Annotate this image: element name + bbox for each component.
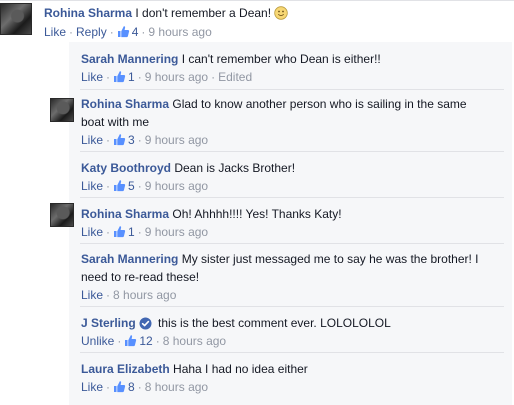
divider: [80, 89, 504, 90]
timestamp[interactable]: 8 hours ago: [145, 380, 208, 394]
divider: [80, 306, 504, 307]
comment-text: I don't remember a Dean!: [135, 6, 272, 20]
avatar[interactable]: [50, 203, 74, 227]
like-button[interactable]: Like: [81, 380, 103, 394]
divider: [80, 151, 504, 152]
thumbs-up-icon: [113, 380, 126, 397]
comment-actions: Like · 8 · 8 hours ago: [81, 379, 208, 397]
like-button[interactable]: Like: [81, 133, 103, 147]
commenter-name[interactable]: Katy Boothroyd: [81, 161, 171, 175]
comment-text: Oh! Ahhhh!!!! Yes! Thanks Katy!: [172, 207, 342, 221]
commenter-name[interactable]: Rohina Sharma: [44, 6, 132, 20]
comment-actions: Like · Reply · 4 · 9 hours ago: [44, 24, 212, 42]
like-count[interactable]: 4: [117, 25, 138, 42]
comment-actions: Like · 8 hours ago: [81, 288, 177, 302]
divider: [80, 197, 504, 198]
timestamp[interactable]: 9 hours ago: [145, 179, 208, 193]
thumbs-up-icon: [113, 179, 126, 196]
like-button[interactable]: Like: [81, 70, 103, 84]
like-button[interactable]: Like: [44, 25, 66, 39]
verified-badge-icon: [139, 317, 152, 334]
comment-actions: Unlike · 12 · 8 hours ago: [81, 333, 226, 351]
comment-actions: Like · 5 · 9 hours ago: [81, 178, 208, 196]
commenter-name[interactable]: Rohina Sharma: [81, 97, 169, 111]
like-count[interactable]: 1: [113, 70, 135, 84]
like-count[interactable]: 1: [113, 225, 135, 239]
timestamp[interactable]: 9 hours ago: [145, 225, 208, 239]
timestamp[interactable]: 9 hours ago: [145, 70, 208, 84]
unlike-button[interactable]: Unlike: [81, 334, 114, 348]
like-count[interactable]: 5: [113, 179, 135, 193]
reply-comment: J Sterling this is the best comment ever…: [81, 315, 391, 334]
reply-comment: Laura Elizabeth Haha I had no idea eithe…: [81, 361, 308, 377]
commenter-name[interactable]: Sarah Mannering: [81, 252, 178, 266]
comment-thread: Rohina Sharma I don't remember a Dean! L…: [0, 0, 514, 405]
thumbs-up-icon: [124, 334, 137, 351]
comment-actions: Like · 3 · 9 hours ago: [81, 132, 208, 150]
timestamp[interactable]: 9 hours ago: [148, 25, 211, 39]
divider: [80, 243, 504, 244]
comment-text: this is the best comment ever. LOLOLOLOL: [158, 316, 391, 330]
commenter-name[interactable]: Laura Elizabeth: [81, 362, 170, 376]
divider: [0, 0, 514, 1]
reply-comment: Sarah Mannering I can't remember who Dea…: [81, 51, 381, 67]
reply-button[interactable]: Reply: [76, 25, 107, 39]
edited-label[interactable]: Edited: [218, 70, 252, 84]
comment: Rohina Sharma I don't remember a Dean!: [44, 5, 288, 24]
comment-actions: Like · 1 · 9 hours ago: [81, 224, 208, 242]
timestamp[interactable]: 8 hours ago: [113, 288, 176, 302]
reply-comment: Katy Boothroyd Dean is Jacks Brother!: [81, 160, 295, 176]
avatar[interactable]: [50, 98, 74, 122]
like-button[interactable]: Like: [81, 288, 103, 302]
comment-text: I can't remember who Dean is either!!: [181, 52, 381, 66]
like-button[interactable]: Like: [81, 179, 103, 193]
like-count[interactable]: 12: [124, 334, 153, 351]
divider: [80, 352, 504, 353]
avatar[interactable]: [0, 3, 32, 35]
thumbs-up-icon: [113, 133, 126, 150]
like-count[interactable]: 8: [113, 380, 135, 394]
commenter-name[interactable]: J Sterling: [81, 316, 136, 330]
thumbs-up-icon: [113, 225, 126, 242]
commenter-name[interactable]: Sarah Mannering: [81, 52, 178, 66]
thumbs-up-icon: [113, 70, 126, 87]
reply-comment: Sarah Mannering My sister just messaged …: [81, 250, 481, 286]
commenter-name[interactable]: Rohina Sharma: [81, 207, 169, 221]
thumbs-up-icon: [117, 25, 130, 42]
timestamp[interactable]: 8 hours ago: [163, 334, 226, 348]
comment-actions: Like · 1 · 9 hours ago · Edited: [81, 69, 252, 87]
like-count[interactable]: 3: [113, 133, 135, 147]
reply-comment: Rohina Sharma Glad to know another perso…: [81, 95, 481, 131]
comment-text: Dean is Jacks Brother!: [174, 161, 296, 175]
like-button[interactable]: Like: [81, 225, 103, 239]
smile-emoji-icon: [274, 6, 288, 24]
comment-text: Haha I had no idea either: [173, 362, 308, 376]
timestamp[interactable]: 9 hours ago: [145, 133, 208, 147]
reply-comment: Rohina Sharma Oh! Ahhhh!!!! Yes! Thanks …: [81, 206, 342, 222]
